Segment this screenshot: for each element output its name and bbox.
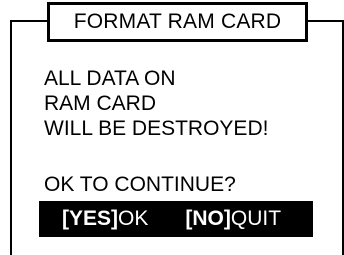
ok-action-label: OK: [118, 207, 149, 230]
warning-message: ALL DATA ON RAM CARD WILL BE DESTROYED!: [44, 67, 269, 140]
softkey-bar: [YES] OK [NO] QUIT: [39, 201, 313, 237]
frame-left-line: [10, 20, 12, 255]
no-key-label: [NO]: [185, 207, 231, 230]
dialog-title: FORMAT RAM CARD: [47, 2, 308, 42]
yes-key-label: [YES]: [62, 207, 119, 230]
frame-top-right-line: [307, 20, 344, 22]
confirm-prompt: OK TO CONTINUE?: [44, 173, 236, 196]
ok-softkey[interactable]: [YES] OK: [62, 207, 148, 231]
quit-action-label: QUIT: [230, 207, 282, 230]
quit-softkey[interactable]: [NO] QUIT: [185, 207, 281, 231]
frame-top-left-line: [10, 20, 48, 22]
